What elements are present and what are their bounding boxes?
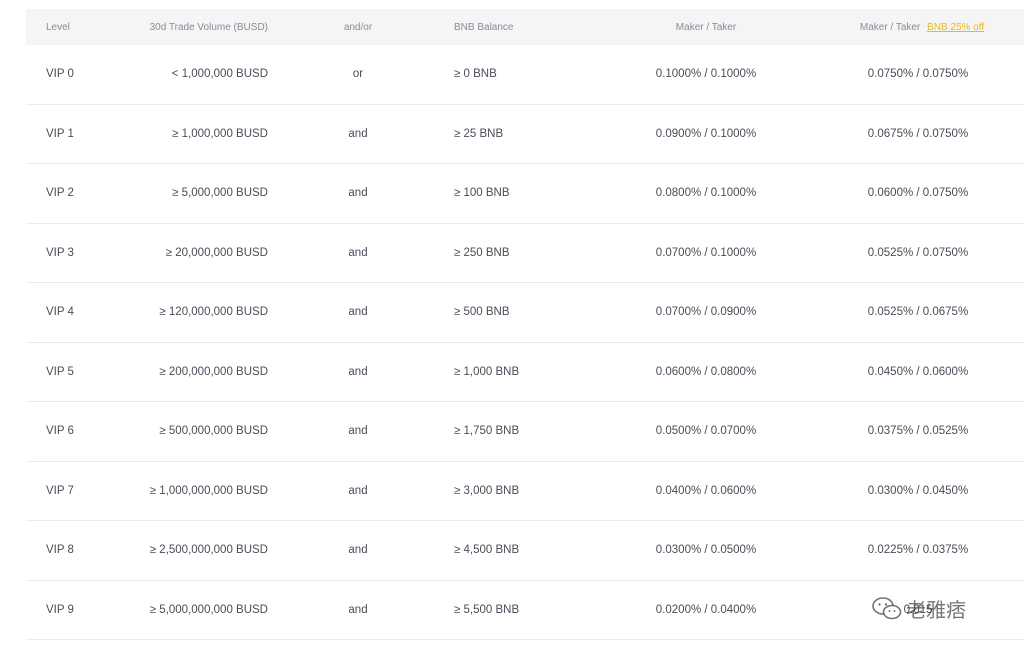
cell-volume: ≥ 1,000,000,000 BUSD: [149, 484, 268, 497]
cell-maker-taker: 0.0500% / 0.0700%: [655, 425, 757, 438]
cell-maker-taker-discount: 0.0300% / 0.0450%: [867, 484, 969, 497]
cell-level: VIP 5: [46, 365, 74, 378]
cell-maker-taker: 0.0300% / 0.0500%: [655, 544, 757, 557]
header-level: Level: [46, 21, 70, 33]
watermark-text: 老雅痞: [906, 600, 966, 622]
cell-andor: and: [348, 246, 368, 259]
cell-level: VIP 1: [46, 127, 74, 140]
cell-maker-taker-discount: 0.0450% / 0.0600%: [867, 365, 969, 378]
cell-bnb-balance: ≥ 0 BNB: [454, 68, 497, 81]
header-andor: and/or: [343, 21, 373, 33]
cell-level: VIP 7: [46, 484, 74, 497]
table-row: VIP 7 ≥ 1,000,000,000 BUSD and ≥ 3,000 BNB 0…: [26, 462, 1024, 521]
cell-maker-taker: 0.0700% / 0.1000%: [655, 246, 757, 259]
table-body: VIP 0 < 1,000,000 BUSD or ≥ 0 BNB 0.1000% / …: [26, 45, 1024, 640]
cell-volume: ≥ 5,000,000,000 BUSD: [149, 603, 268, 616]
cell-volume: < 1,000,000 BUSD: [171, 68, 268, 81]
cell-andor: and: [348, 127, 368, 140]
cell-andor: and: [348, 365, 368, 378]
cell-maker-taker-discount: 0.0675% / 0.0750%: [867, 127, 969, 140]
cell-volume: ≥ 120,000,000 BUSD: [159, 306, 268, 319]
cell-volume: ≥ 200,000,000 BUSD: [159, 365, 268, 378]
header-bnb-balance: BNB Balance: [454, 21, 514, 33]
cell-bnb-balance: ≥ 1,000 BNB: [454, 365, 520, 378]
cell-bnb-balance: ≥ 500 BNB: [454, 306, 510, 319]
cell-volume: ≥ 500,000,000 BUSD: [159, 425, 268, 438]
cell-maker-taker: 0.0600% / 0.0800%: [655, 365, 757, 378]
watermark: 老雅痞: [872, 594, 966, 623]
header-maker-taker-discount-label: Maker / Taker: [859, 21, 921, 33]
cell-level: VIP 2: [46, 187, 74, 200]
cell-maker-taker: 0.0200% / 0.0400%: [655, 603, 757, 616]
cell-maker-taker: 0.0400% / 0.0600%: [655, 484, 757, 497]
cell-maker-taker: 0.0900% / 0.1000%: [655, 127, 757, 140]
cell-volume: ≥ 20,000,000 BUSD: [165, 246, 268, 259]
cell-andor: and: [348, 484, 368, 497]
header-volume: 30d Trade Volume (BUSD): [149, 21, 268, 33]
table-row: VIP 0 < 1,000,000 BUSD or ≥ 0 BNB 0.1000% / …: [26, 45, 1024, 105]
table-row: VIP 1 ≥ 1,000,000 BUSD and ≥ 25 BNB 0.0900% …: [26, 105, 1024, 164]
cell-level: VIP 9: [46, 603, 74, 616]
cell-volume: ≥ 1,000,000 BUSD: [172, 127, 268, 140]
cell-volume: ≥ 5,000,000 BUSD: [172, 187, 268, 200]
bnb-discount-link[interactable]: BNB 25% off: [927, 22, 984, 33]
cell-andor: and: [348, 603, 368, 616]
cell-maker-taker-discount: 0.0375% / 0.0525%: [867, 425, 969, 438]
cell-andor: and: [348, 187, 368, 200]
header-maker-taker-discount: Maker / Taker BNB 25% off: [806, 22, 1024, 33]
cell-andor: and: [348, 306, 368, 319]
cell-maker-taker-discount: 0.0525% / 0.0750%: [867, 246, 969, 259]
table-row: VIP 2 ≥ 5,000,000 BUSD and ≥ 100 BNB 0.0800%…: [26, 164, 1024, 224]
cell-bnb-balance: ≥ 5,500 BNB: [454, 603, 520, 616]
cell-maker-taker-discount: 0.0525% / 0.0675%: [867, 306, 969, 319]
cell-level: VIP 6: [46, 425, 74, 438]
cell-bnb-balance: ≥ 1,750 BNB: [454, 425, 520, 438]
cell-maker-taker: 0.0800% / 0.1000%: [655, 187, 757, 200]
cell-andor: or: [352, 68, 364, 81]
table-row: VIP 4 ≥ 120,000,000 BUSD and ≥ 500 BNB 0.070…: [26, 283, 1024, 343]
cell-andor: and: [348, 425, 368, 438]
header-maker-taker: Maker / Taker: [675, 21, 737, 33]
cell-andor: and: [348, 544, 368, 557]
cell-maker-taker: 0.1000% / 0.1000%: [655, 68, 757, 81]
cell-bnb-balance: ≥ 250 BNB: [454, 246, 510, 259]
cell-level: VIP 0: [46, 68, 74, 81]
cell-maker-taker: 0.0700% / 0.0900%: [655, 306, 757, 319]
table-row: VIP 5 ≥ 200,000,000 BUSD and ≥ 1,000 BNB 0.0…: [26, 343, 1024, 402]
table-row: VIP 6 ≥ 500,000,000 BUSD and ≥ 1,750 BNB 0.0…: [26, 402, 1024, 462]
cell-maker-taker-discount: 0.0750% / 0.0750%: [867, 68, 969, 81]
cell-bnb-balance: ≥ 25 BNB: [454, 127, 504, 140]
cell-level: VIP 4: [46, 306, 74, 319]
table-row: VIP 8 ≥ 2,500,000,000 BUSD and ≥ 4,500 BNB 0…: [26, 521, 1024, 581]
cell-maker-taker-discount: 0.0225% / 0.0375%: [867, 544, 969, 557]
cell-level: VIP 8: [46, 544, 74, 557]
fee-table: Level 30d Trade Volume (BUSD) and/or BNB…: [26, 9, 1024, 640]
cell-volume: ≥ 2,500,000,000 BUSD: [149, 544, 268, 557]
table-header: Level 30d Trade Volume (BUSD) and/or BNB…: [26, 9, 1024, 45]
cell-level: VIP 3: [46, 246, 74, 259]
table-row: VIP 3 ≥ 20,000,000 BUSD and ≥ 250 BNB 0.0700…: [26, 224, 1024, 283]
wechat-icon: [872, 596, 902, 619]
cell-bnb-balance: ≥ 100 BNB: [454, 187, 510, 200]
cell-bnb-balance: ≥ 4,500 BNB: [454, 544, 520, 557]
cell-bnb-balance: ≥ 3,000 BNB: [454, 484, 520, 497]
cell-maker-taker-discount: 0.0600% / 0.0750%: [867, 187, 969, 200]
